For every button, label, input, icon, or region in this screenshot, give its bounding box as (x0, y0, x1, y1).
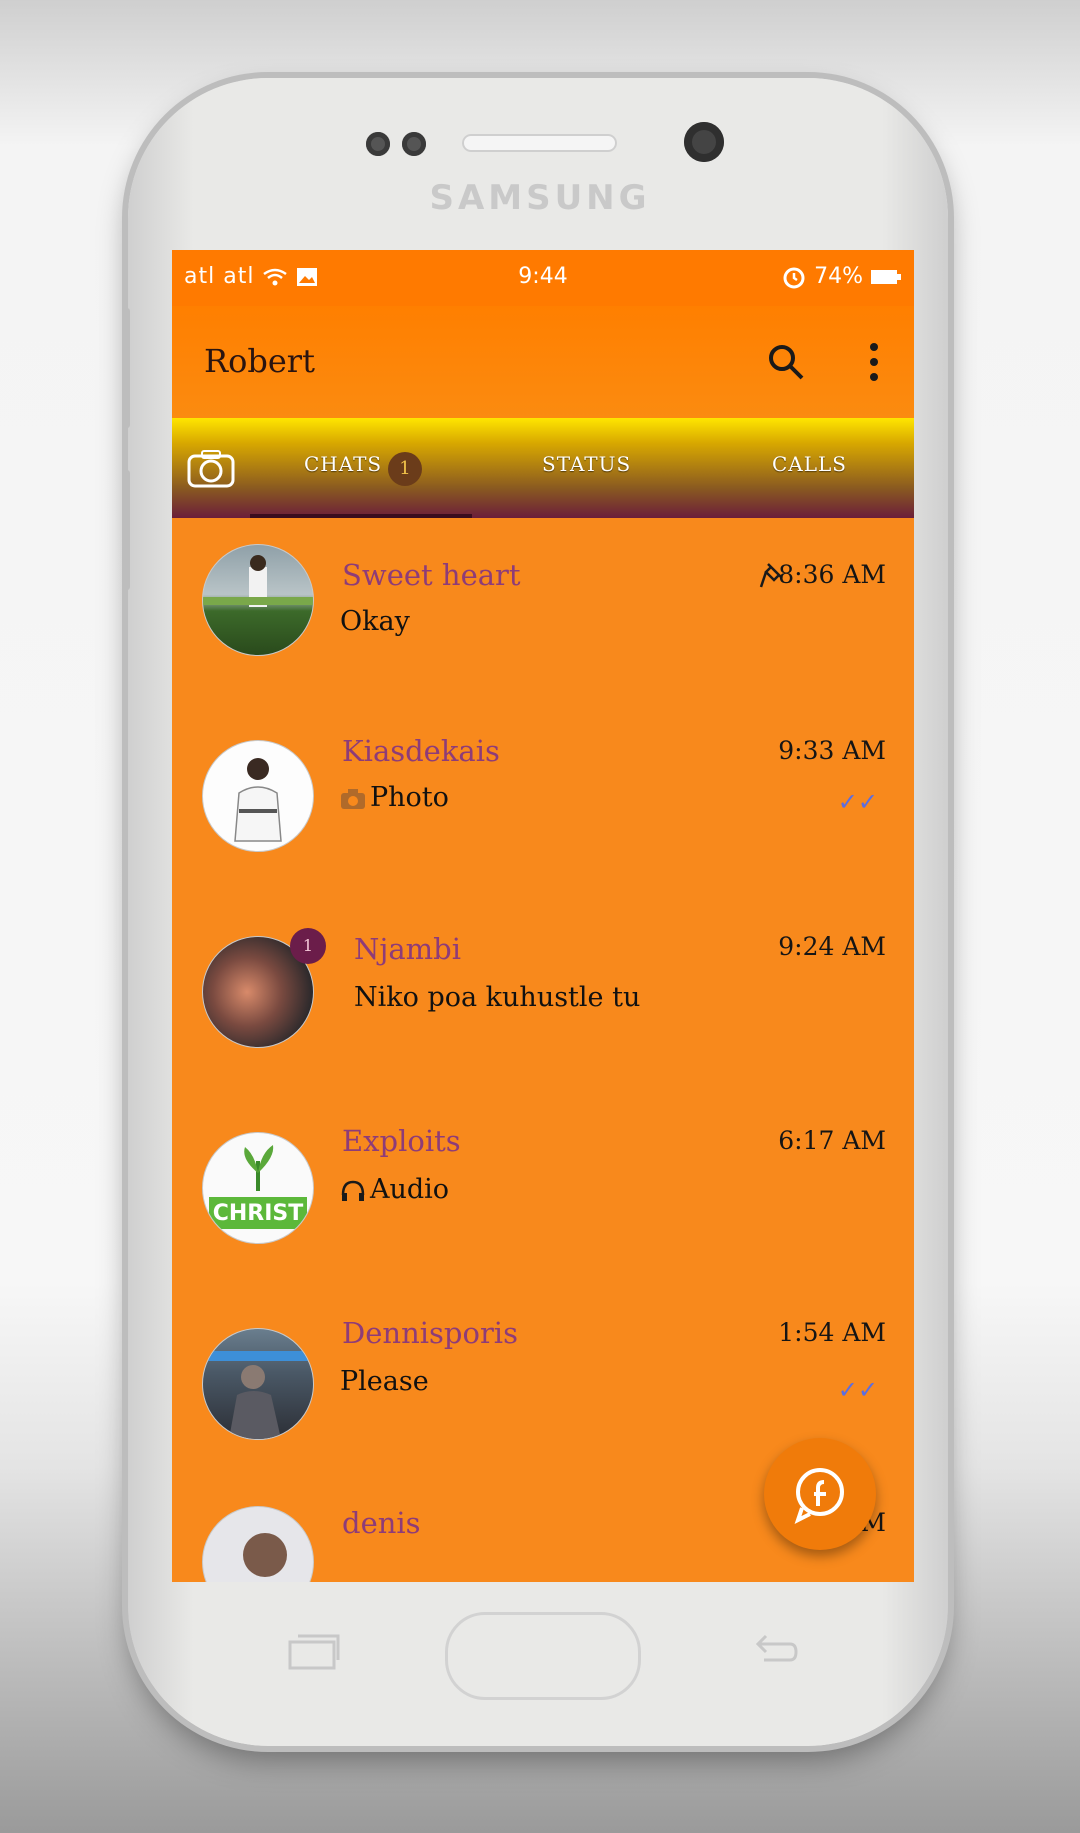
avatar[interactable] (202, 740, 314, 852)
chat-message: Audio (340, 1174, 449, 1205)
chat-message: Photo (340, 782, 449, 813)
avatar[interactable] (202, 544, 314, 656)
avatar-figure (243, 1533, 287, 1577)
volume-button (122, 308, 130, 428)
avatar[interactable] (202, 1328, 314, 1440)
avatar[interactable]: CHRIST (202, 1132, 314, 1244)
read-receipt-icon: ✓✓ (837, 1376, 878, 1404)
tab-status[interactable]: STATUS (542, 452, 631, 476)
chat-message: Niko poa kuhustle tu (354, 982, 641, 1013)
app-bar: Robert (172, 306, 914, 418)
front-camera-icon (684, 122, 724, 162)
battery-icon (871, 270, 901, 284)
chat-row[interactable]: 1 Njambi 9:24 AM Niko poa kuhustle tu (172, 910, 914, 1106)
recent-apps-icon[interactable] (286, 1630, 342, 1672)
chat-name: denis (342, 1506, 421, 1540)
avatar-text: CHRIST (212, 1201, 304, 1226)
app-title: Robert (204, 342, 315, 380)
tab-bar: CHATS 1 STATUS CALLS (172, 418, 914, 518)
new-chat-button[interactable] (764, 1438, 876, 1550)
battery-percent: 74% (814, 264, 863, 289)
headphones-icon (341, 1180, 365, 1201)
status-right: 74% (781, 264, 902, 289)
avatar[interactable] (202, 1506, 314, 1582)
read-receipt-icon: ✓✓ (837, 788, 878, 816)
chat-time: 9:33 AM (778, 736, 886, 765)
avatar-figure (203, 1351, 313, 1439)
more-vert-icon[interactable] (868, 342, 880, 382)
chat-time: 6:17 AM (778, 1126, 886, 1155)
volume-button-2 (122, 470, 130, 590)
camera-icon[interactable] (186, 448, 236, 490)
chat-name: Kiasdekais (342, 734, 500, 768)
tab-chats[interactable]: CHATS (304, 452, 382, 476)
screen: atl atl 9:44 74% Robert CHATS 1 STATUS C… (172, 250, 914, 1582)
alarm-icon (783, 267, 805, 289)
chat-name: Dennisporis (342, 1316, 518, 1350)
chat-time: 9:24 AM (778, 932, 886, 961)
chat-name: Exploits (342, 1124, 461, 1158)
earpiece-speaker (462, 134, 617, 152)
chat-list: Sweet heart 8:36 AM Okay Kiasdekais 9:33… (172, 518, 914, 1582)
tab-calls[interactable]: CALLS (772, 452, 847, 476)
back-icon[interactable] (750, 1630, 800, 1670)
chat-message-text: Photo (370, 782, 449, 813)
avatar-figure (234, 758, 282, 842)
home-button[interactable] (445, 1612, 641, 1700)
chats-unread-badge: 1 (388, 452, 422, 486)
unread-badge: 1 (290, 928, 326, 964)
avatar-figure (203, 555, 313, 607)
chat-message-text: Audio (370, 1174, 450, 1205)
chat-message: Please (340, 1366, 429, 1397)
camera-icon (341, 788, 365, 809)
chat-message: Okay (340, 606, 410, 637)
sensor-icon (366, 132, 390, 156)
chat-row[interactable]: Kiasdekais 9:33 AM Photo ✓✓ (172, 714, 914, 910)
chat-time: 8:36 AM (778, 560, 886, 589)
chat-icon (794, 1468, 844, 1524)
brand-logo: SAMSUNG (429, 178, 651, 218)
chat-time: 1:54 AM (778, 1318, 886, 1347)
search-icon[interactable] (766, 342, 806, 382)
chat-row[interactable]: CHRIST Exploits 6:17 AM Audio (172, 1106, 914, 1302)
avatar-figure (209, 1145, 307, 1229)
chat-name: Njambi (354, 932, 461, 966)
chat-name: Sweet heart (342, 558, 521, 592)
sensor-icon (402, 132, 426, 156)
chat-row[interactable]: Sweet heart 8:36 AM Okay (172, 518, 914, 714)
status-bar: atl atl 9:44 74% (172, 250, 914, 306)
